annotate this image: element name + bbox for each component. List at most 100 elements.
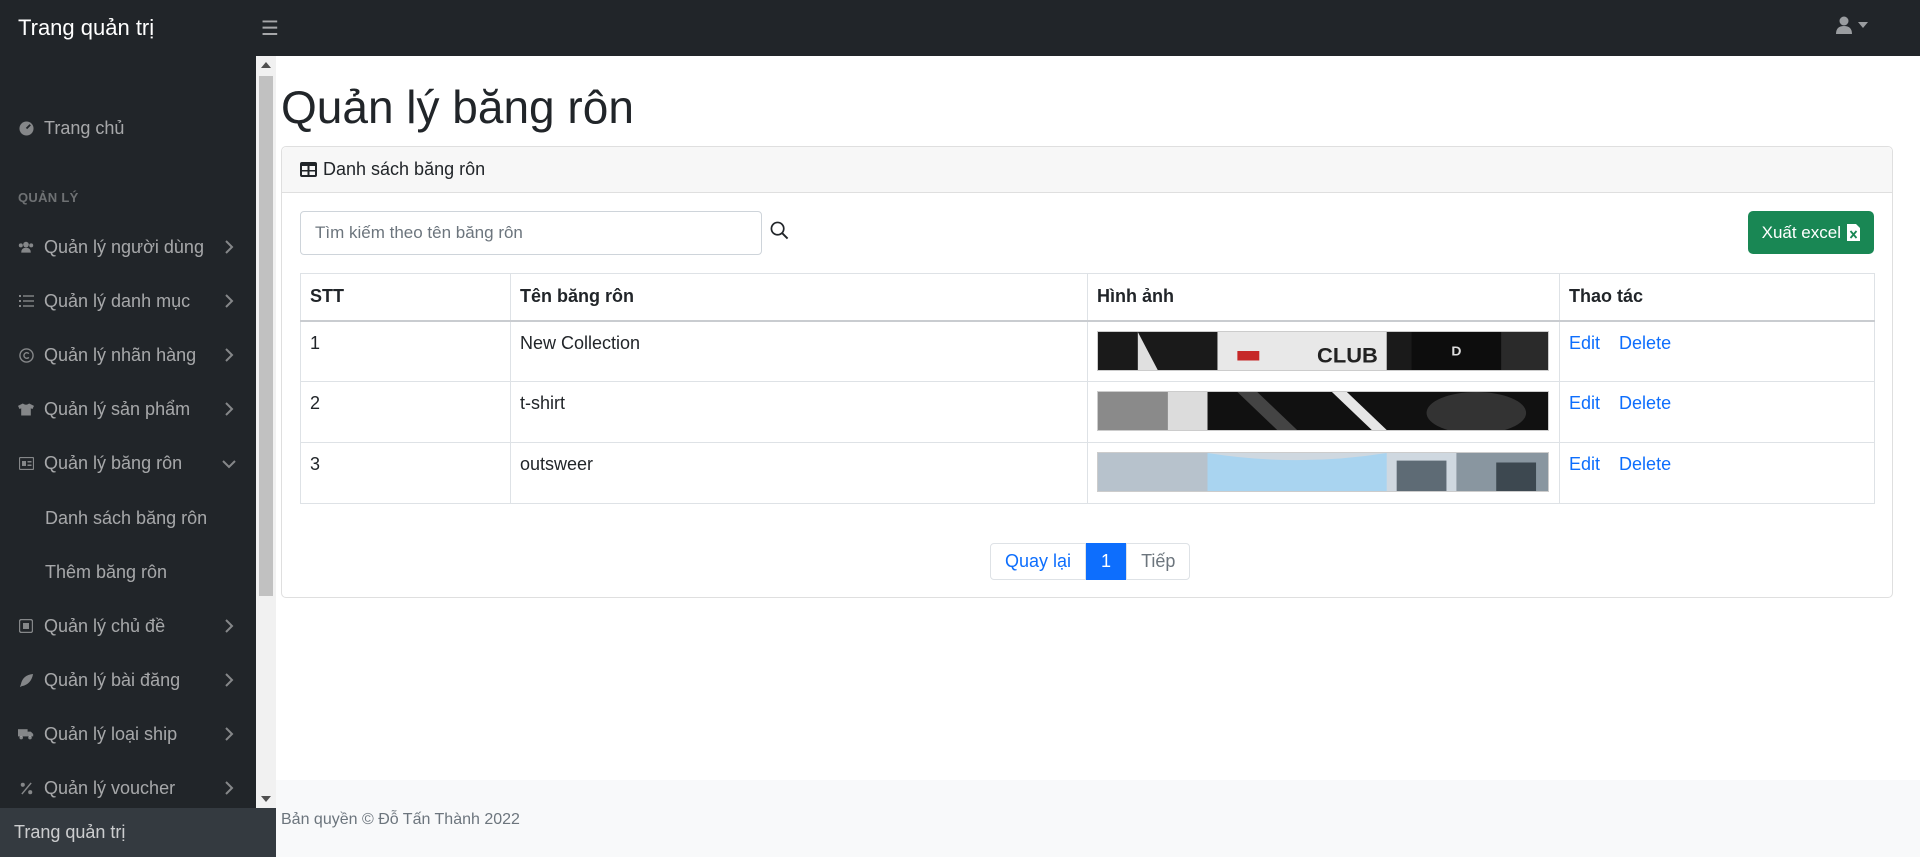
table-row: 3 outsweer Edit Delete [300, 442, 1875, 504]
sidebar: Trang chủ QUẢN LÝ Quản lý người dùng Quả… [0, 56, 256, 808]
sidebar-item-topics[interactable]: Quản lý chủ đề [0, 604, 256, 648]
cell-image [1087, 442, 1560, 504]
pagination: Quay lại 1 Tiếp [990, 543, 1191, 580]
card-header: Danh sách băng rôn [282, 147, 1892, 193]
chevron-right-icon [225, 781, 234, 795]
chevron-right-icon [225, 402, 234, 416]
delete-link[interactable]: Delete [1619, 333, 1671, 353]
copyright-text: Bản quyền © Đỗ Tấn Thành 2022 [281, 811, 520, 828]
banner-list-card: Danh sách băng rôn Xuất excel STT Tên bă… [281, 146, 1893, 598]
sidebar-item-shipping[interactable]: Quản lý loại ship [0, 712, 256, 756]
pagination-next[interactable]: Tiếp [1126, 543, 1191, 580]
list-icon [18, 293, 34, 309]
tshirt-icon [18, 401, 34, 417]
column-header: Hình ảnh [1087, 273, 1560, 322]
edit-link[interactable]: Edit [1569, 454, 1600, 474]
sidebar-subitem-add-banner[interactable]: Thêm băng rôn [45, 562, 167, 583]
search-icon[interactable] [770, 221, 789, 240]
user-icon [1836, 16, 1852, 34]
table-row: 1 New Collection CLUB D Edit Delete [300, 320, 1875, 382]
sidebar-item-products[interactable]: Quản lý sản phẩm [0, 387, 256, 431]
cell-actions: Edit Delete [1559, 320, 1875, 382]
page-title: Quản lý băng rôn [281, 81, 634, 133]
column-header: STT [300, 273, 511, 322]
percent-icon [18, 780, 34, 796]
export-excel-button[interactable]: Xuất excel [1747, 211, 1874, 254]
sidebar-item-label: Quản lý sản phẩm [44, 398, 191, 419]
edit-link[interactable]: Edit [1569, 393, 1600, 413]
export-excel-label: Xuất excel [1761, 222, 1841, 242]
copyright-icon [18, 347, 34, 363]
chevron-right-icon [225, 240, 234, 254]
brand-title[interactable]: Trang quản trị [0, 15, 255, 41]
users-icon [18, 239, 34, 255]
scroll-up-icon[interactable] [261, 62, 271, 68]
column-header: Thao tác [1559, 273, 1875, 322]
delete-link[interactable]: Delete [1619, 393, 1671, 413]
cell-name: New Collection [510, 320, 1088, 382]
dashboard-icon [18, 120, 34, 136]
banner-image [1097, 452, 1549, 492]
chevron-right-icon [225, 294, 234, 308]
square-icon [18, 618, 34, 634]
edit-link[interactable]: Edit [1569, 333, 1600, 353]
sidebar-item-brands[interactable]: Quản lý nhãn hàng [0, 333, 256, 377]
chevron-right-icon [225, 348, 234, 362]
sidebar-item-categories[interactable]: Quản lý danh mục [0, 279, 256, 323]
sidebar-item-label: Quản lý nhãn hàng [44, 344, 197, 365]
caret-down-icon [1858, 22, 1868, 28]
chevron-right-icon [225, 673, 234, 687]
cell-actions: Edit Delete [1559, 442, 1875, 504]
chevron-down-icon [222, 460, 236, 469]
sidebar-item-home[interactable]: Trang chủ [0, 106, 256, 150]
scroll-down-icon[interactable] [261, 796, 271, 802]
top-navbar: Trang quản trị ☰ [0, 0, 1920, 56]
sidebar-item-label: Quản lý voucher [44, 777, 176, 798]
sidebar-footer: Trang quản trị [0, 808, 276, 857]
sidebar-subitem-banner-list[interactable]: Danh sách băng rôn [45, 508, 207, 529]
cell-image: CLUB D [1087, 320, 1560, 382]
sidebar-item-posts[interactable]: Quản lý bài đăng [0, 658, 256, 702]
sidebar-toggle-icon[interactable]: ☰ [261, 16, 279, 41]
table-header-row: STT Tên băng rôn Hình ảnh Thao tác [300, 273, 1875, 322]
sidebar-heading: QUẢN LÝ [18, 190, 79, 205]
chevron-right-icon [225, 727, 234, 741]
scrollbar-thumb[interactable] [259, 76, 273, 596]
card-title: Danh sách băng rôn [323, 159, 486, 179]
sidebar-scrollbar[interactable] [256, 56, 276, 808]
delete-link[interactable]: Delete [1619, 454, 1671, 474]
cell-actions: Edit Delete [1559, 381, 1875, 443]
table-icon [300, 162, 317, 177]
sidebar-item-users[interactable]: Quản lý người dùng [0, 225, 256, 269]
search-input[interactable] [300, 211, 762, 255]
banner-image: CLUB D [1097, 330, 1549, 371]
truck-icon [18, 726, 34, 742]
pagination-page-current[interactable]: 1 [1086, 543, 1127, 580]
cell-name: outsweer [510, 442, 1088, 504]
sidebar-item-label: Quản lý danh mục [44, 290, 191, 311]
feather-icon [18, 672, 34, 688]
svg-text:D: D [1451, 344, 1461, 359]
sidebar-item-label: Quản lý người dùng [44, 236, 204, 257]
banner-image [1097, 391, 1549, 434]
table-row: 2 t-shirt Edit Delete [300, 381, 1875, 443]
cell-name: t-shirt [510, 381, 1088, 443]
banner-table: STT Tên băng rôn Hình ảnh Thao tác 1 New… [300, 273, 1875, 504]
sidebar-item-label: Quản lý băng rôn [44, 452, 183, 473]
sidebar-item-banners[interactable]: Quản lý băng rôn [0, 441, 256, 485]
file-excel-icon [1847, 224, 1860, 241]
sidebar-item-label: Quản lý loại ship [44, 723, 178, 744]
page-footer: Bản quyền © Đỗ Tấn Thành 2022 [276, 780, 1920, 857]
sidebar-item-label: Quản lý chủ đề [44, 615, 166, 636]
user-menu[interactable] [1836, 16, 1868, 34]
sidebar-item-label: Quản lý bài đăng [44, 669, 181, 690]
cell-image [1087, 381, 1560, 443]
sidebar-item-label: Trang chủ [44, 117, 125, 138]
banner-icon [18, 455, 34, 471]
cell-stt: 1 [300, 320, 511, 382]
pagination-prev[interactable]: Quay lại [990, 543, 1087, 580]
sidebar-item-vouchers[interactable]: Quản lý voucher [0, 766, 256, 808]
svg-text:CLUB: CLUB [1317, 343, 1378, 366]
column-header: Tên băng rôn [510, 273, 1088, 322]
cell-stt: 2 [300, 381, 511, 443]
